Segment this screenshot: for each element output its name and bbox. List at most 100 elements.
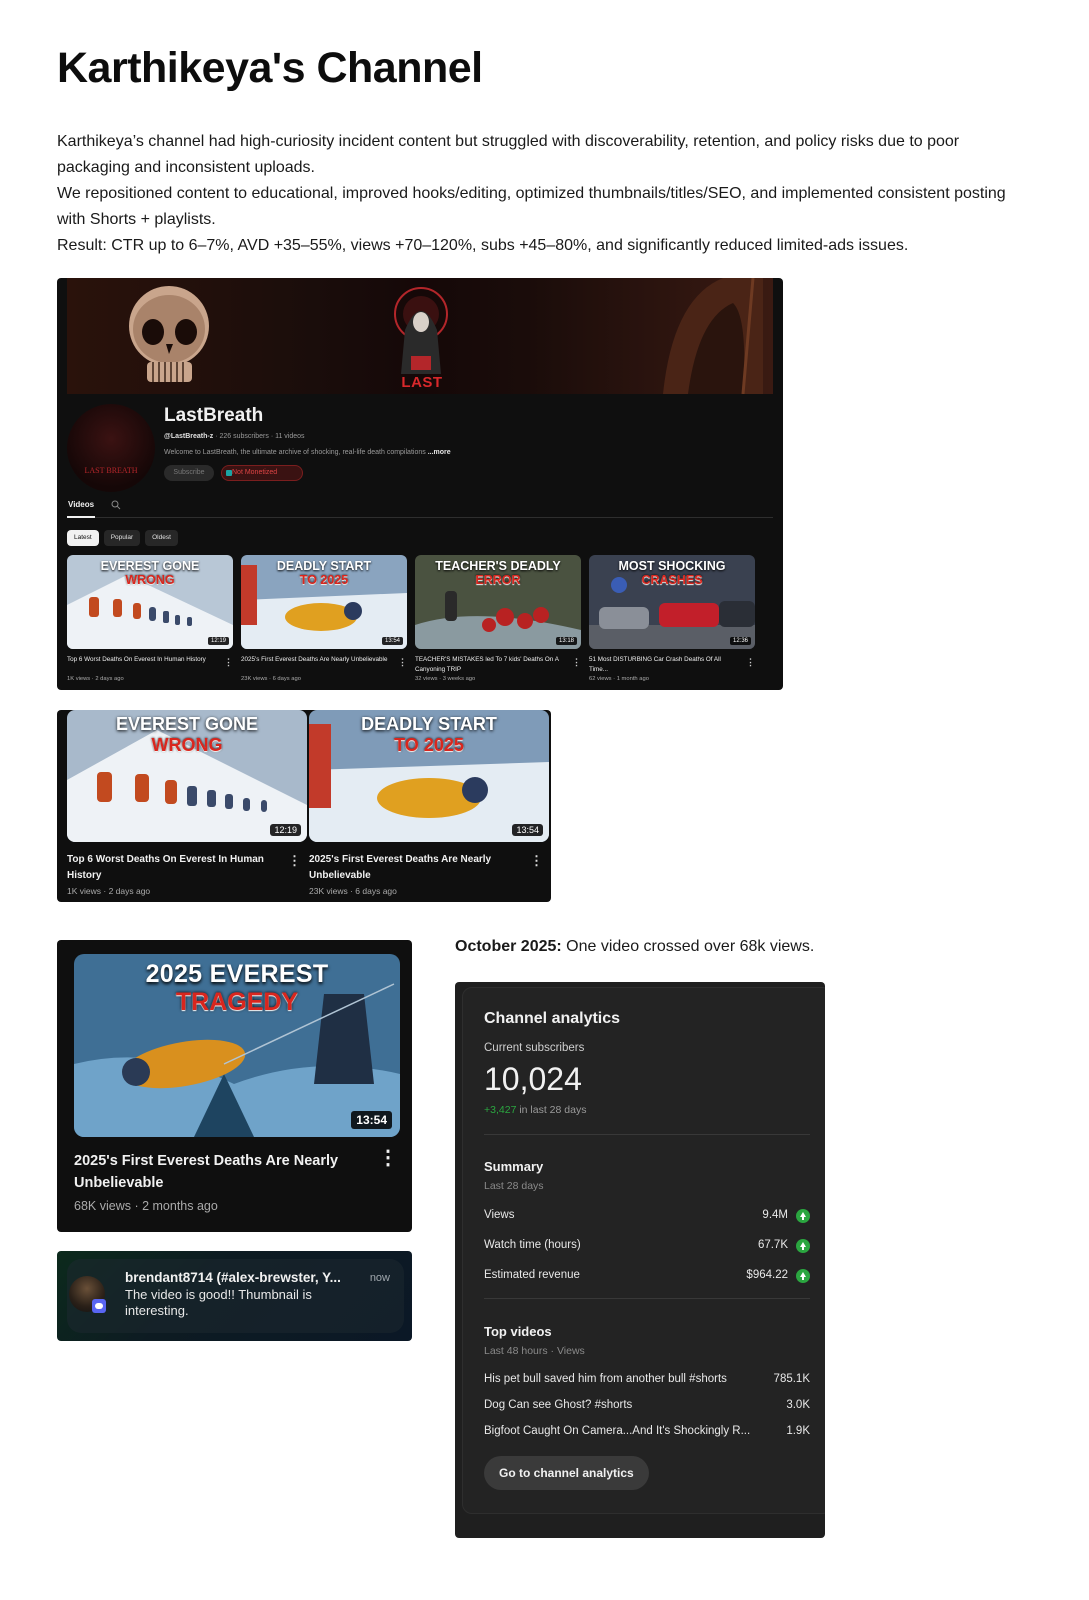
- top-videos-title: Top videos: [484, 1324, 552, 1339]
- chip-latest[interactable]: Latest: [67, 530, 99, 546]
- caption-text: One video crossed over 68k views.: [561, 938, 815, 955]
- video-stats: 68K views · 2 months ago: [74, 1199, 218, 1213]
- notification-time: now: [369, 1272, 390, 1284]
- duration-badge: 13:54: [381, 637, 403, 645]
- video-title[interactable]: 2025's First Everest Deaths Are Nearly U…: [241, 655, 391, 675]
- duration-badge: 13:18: [555, 637, 577, 645]
- more-options-icon[interactable]: ⋮: [530, 853, 543, 869]
- video-card[interactable]: MOST SHOCKING CRASHES 12:36 51 Most DIST…: [589, 555, 755, 682]
- subscribers-label: Current subscribers: [484, 1042, 585, 1054]
- thumb-headline: DEADLY START: [276, 559, 372, 573]
- row-label: Bigfoot Caught On Camera...And It's Shoc…: [484, 1425, 751, 1437]
- divider: [484, 1134, 810, 1135]
- chip-popular[interactable]: Popular: [103, 530, 141, 546]
- video-card[interactable]: EVEREST GONE WRONG 12:19 Top 6 Worst Dea…: [67, 710, 307, 896]
- sort-chips: Latest Popular Oldest: [67, 526, 183, 546]
- video-thumbnail[interactable]: DEADLY START TO 2025 13:54: [241, 555, 407, 649]
- channel-meta: @LastBreath-z · 226 subscribers · 11 vid…: [164, 433, 305, 440]
- row-value: 1.9K: [786, 1425, 810, 1437]
- top-video-row[interactable]: Bigfoot Caught On Camera...And It's Shoc…: [484, 1423, 810, 1441]
- more-options-icon[interactable]: ⋮: [288, 853, 301, 869]
- channel-tabs: Videos: [67, 498, 773, 518]
- summary-row-watch-time[interactable]: Watch time (hours) 67.7K: [484, 1237, 810, 1255]
- video-thumbnail[interactable]: MOST SHOCKING CRASHES 12:36: [589, 555, 755, 649]
- analytics-caption: October 2025: One video crossed over 68k…: [455, 938, 814, 956]
- video-thumbnail[interactable]: EVEREST GONE WRONG 12:19: [67, 710, 307, 842]
- more-options-icon[interactable]: ⋮: [398, 657, 407, 668]
- intro-text: Karthikeya’s channel had high-curiosity …: [57, 129, 1017, 259]
- delta-suffix: in last 28 days: [516, 1104, 587, 1116]
- top-video-row[interactable]: His pet bull saved him from another bull…: [484, 1371, 810, 1389]
- video-stats: 32 views · 3 weeks ago: [415, 676, 476, 682]
- subscriber-count: 10,024: [484, 1061, 582, 1097]
- row-label: Dog Can see Ghost? #shorts: [484, 1399, 633, 1411]
- channel-description-text: Welcome to LastBreath, the ultimate arch…: [164, 449, 426, 456]
- badge-label: Not Monetized: [232, 469, 278, 476]
- row-label: Watch time (hours): [484, 1239, 581, 1251]
- channel-description: Welcome to LastBreath, the ultimate arch…: [164, 449, 544, 456]
- thumb-subheadline: WRONG: [151, 735, 223, 755]
- video-title[interactable]: 2025's First Everest Deaths Are Nearly U…: [74, 1150, 349, 1194]
- video-card[interactable]: TEACHER'S DEADLY ERROR 13:18 TEACHER'S M…: [415, 555, 581, 682]
- discord-icon: [92, 1299, 106, 1313]
- tab-videos[interactable]: Videos: [67, 498, 96, 518]
- summary-row-revenue[interactable]: Estimated revenue $964.22: [484, 1267, 810, 1285]
- subscribe-button[interactable]: Subscribe: [164, 465, 214, 481]
- channel-page-screenshot: LAST BREATH LAST BREATH LastBreath @Last…: [57, 278, 783, 690]
- channel-avatar[interactable]: LAST BREATH: [67, 404, 155, 492]
- video-stats: 62 views · 1 month ago: [589, 676, 649, 682]
- video-title[interactable]: Top 6 Worst Deaths On Everest In Human H…: [67, 852, 282, 884]
- video-thumbnail[interactable]: 2025 EVEREST TRAGEDY 13:54: [74, 954, 400, 1137]
- summary-title: Summary: [484, 1159, 544, 1174]
- thumb-headline: 2025 EVEREST: [145, 960, 329, 988]
- arrow-up-icon: [796, 1239, 810, 1253]
- summary-row-views[interactable]: Views 9.4M: [484, 1207, 810, 1225]
- hooded-figure-icon: [663, 278, 763, 394]
- thumb-subheadline: TO 2025: [299, 573, 349, 587]
- more-options-icon[interactable]: ⋮: [746, 657, 755, 668]
- top-video-row[interactable]: Dog Can see Ghost? #shorts 3.0K: [484, 1397, 810, 1415]
- thumb-subheadline: WRONG: [125, 573, 175, 587]
- top-videos-period: Last 48 hours · Views: [484, 1345, 585, 1357]
- more-options-icon[interactable]: ⋮: [378, 1148, 398, 1168]
- video-title[interactable]: Top 6 Worst Deaths On Everest In Human H…: [67, 655, 217, 675]
- thumb-headline: DEADLY START: [361, 714, 497, 734]
- channel-handle: @LastBreath-z: [164, 433, 214, 440]
- video-card[interactable]: DEADLY START TO 2025 13:54 2025's First …: [309, 710, 549, 896]
- caption-date: October 2025:: [455, 938, 562, 955]
- video-thumbnail[interactable]: DEADLY START TO 2025 13:54: [309, 710, 549, 842]
- go-to-analytics-button[interactable]: Go to channel analytics: [484, 1456, 649, 1490]
- video-thumbnail[interactable]: TEACHER'S DEADLY ERROR 13:18: [415, 555, 581, 649]
- channel-stats: · 226 subscribers · 11 videos: [215, 433, 305, 440]
- chip-oldest[interactable]: Oldest: [145, 530, 178, 546]
- zoomed-videos-screenshot: EVEREST GONE WRONG 12:19 Top 6 Worst Dea…: [57, 710, 551, 902]
- skull-icon: [129, 286, 209, 382]
- analytics-title: Channel analytics: [484, 1010, 621, 1027]
- video-title[interactable]: 2025's First Everest Deaths Are Nearly U…: [309, 852, 524, 884]
- arrow-up-icon: [796, 1209, 810, 1223]
- thumb-headline: MOST SHOCKING: [618, 559, 726, 573]
- notification-message: The video is good!! Thumbnail is interes…: [125, 1287, 312, 1318]
- row-label: Estimated revenue: [484, 1269, 580, 1281]
- thumb-headline: EVEREST GONE: [100, 559, 200, 573]
- row-value: 3.0K: [786, 1399, 810, 1411]
- subscriber-delta: +3,427 in last 28 days: [484, 1104, 586, 1116]
- row-value: $964.22: [746, 1269, 788, 1281]
- video-thumbnail[interactable]: EVEREST GONE WRONG 12:19: [67, 555, 233, 649]
- more-options-icon[interactable]: ⋮: [572, 657, 581, 668]
- featured-video-card[interactable]: 2025 EVEREST TRAGEDY 13:54 2025's First …: [57, 940, 412, 1232]
- search-icon[interactable]: [111, 500, 121, 510]
- video-card[interactable]: EVEREST GONE WRONG 12:19 Top 6 Worst Dea…: [67, 555, 233, 682]
- video-stats: 23K views · 6 days ago: [241, 676, 301, 682]
- channel-banner: LAST BREATH: [67, 278, 773, 394]
- video-stats: 1K views · 2 days ago: [67, 886, 151, 896]
- more-options-icon[interactable]: ⋮: [224, 657, 233, 668]
- banner-brand-text: LAST BREATH: [390, 374, 454, 394]
- duration-badge: 12:19: [270, 824, 301, 836]
- thumb-subheadline: CRASHES: [641, 573, 703, 587]
- video-stats: 23K views · 6 days ago: [309, 886, 397, 896]
- video-title[interactable]: 51 Most DISTURBING Car Crash Deaths Of A…: [589, 655, 739, 675]
- video-card[interactable]: DEADLY START TO 2025 13:54 2025's First …: [241, 555, 407, 682]
- more-link[interactable]: ...more: [428, 449, 451, 456]
- video-title[interactable]: TEACHER'S MISTAKES led To 7 kids' Deaths…: [415, 655, 565, 675]
